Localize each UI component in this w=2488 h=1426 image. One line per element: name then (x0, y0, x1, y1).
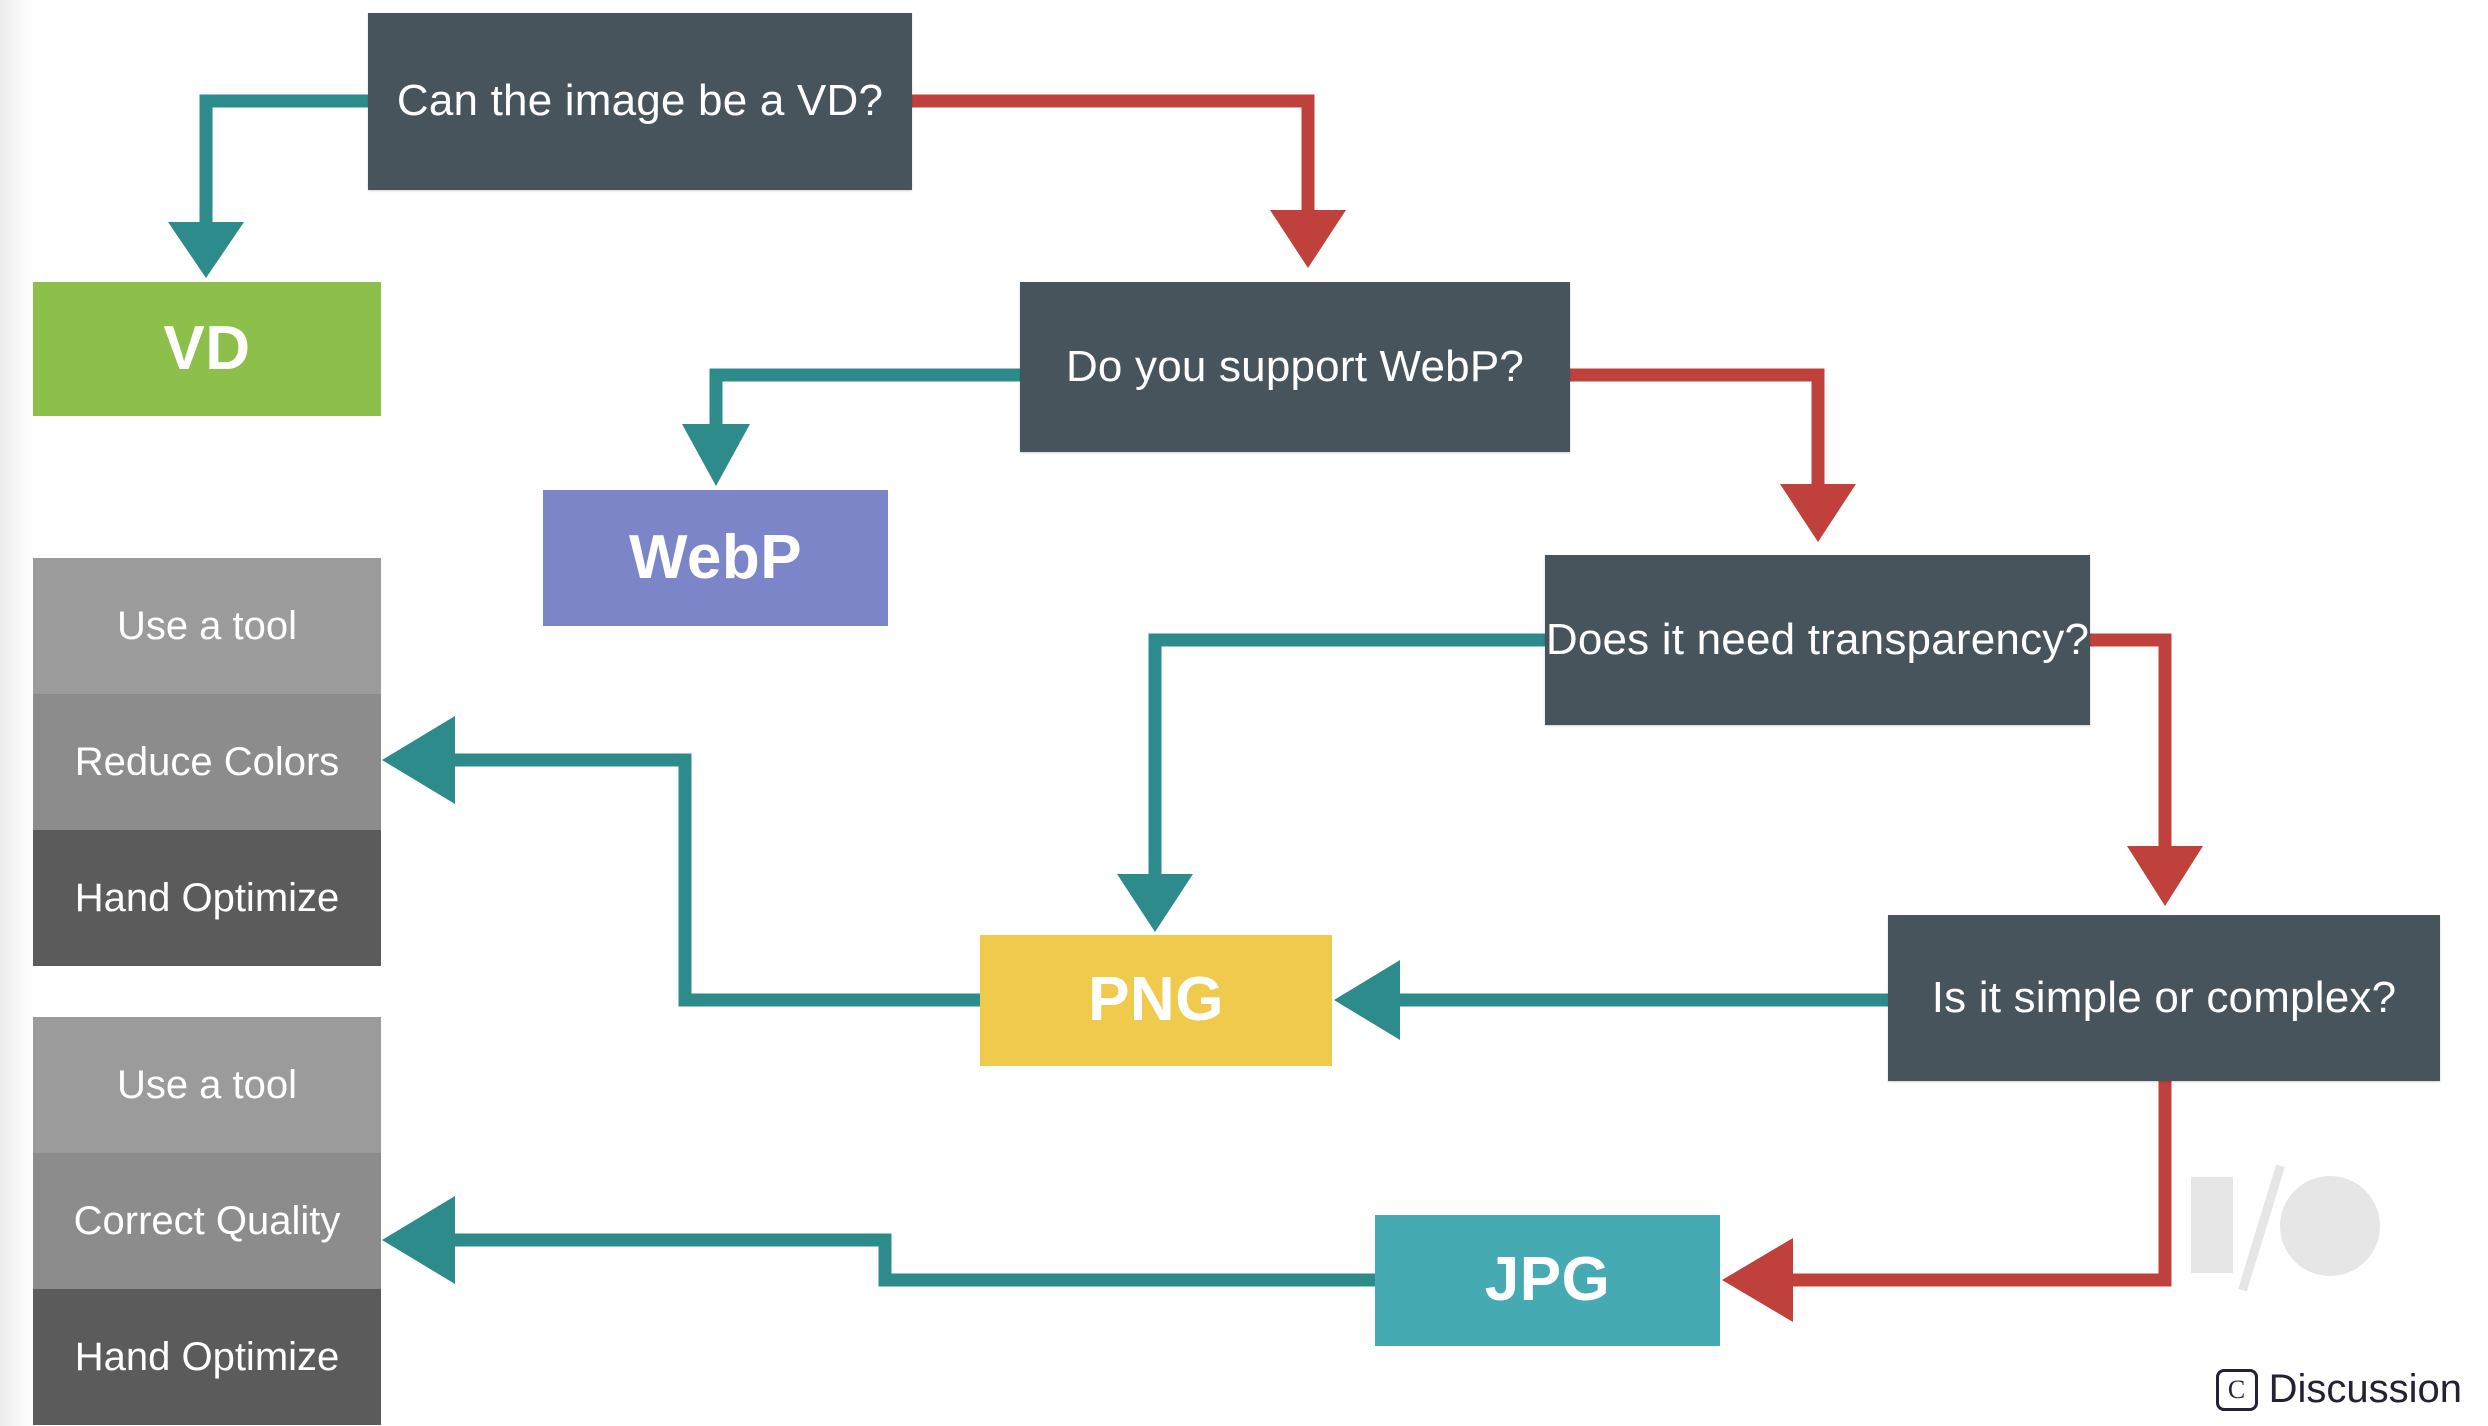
stack-row-correct-quality[interactable]: Correct Quality (33, 1153, 381, 1289)
google-io-logo-icon (2185, 1163, 2385, 1293)
io-circle-shape (2280, 1176, 2380, 1276)
stack-row-label: Hand Optimize (74, 875, 340, 920)
discussion-label: Discussion (2268, 1367, 2462, 1411)
closed-caption-icon: C (2215, 1368, 2258, 1411)
format-png[interactable]: PNG (980, 935, 1332, 1066)
format-vd[interactable]: VD (33, 282, 381, 416)
format-label: WebP (628, 522, 803, 592)
stack-row-hand-optimize[interactable]: Hand Optimize (33, 1289, 381, 1425)
edge-vd-yes (168, 94, 368, 278)
edge-webp-no (1570, 368, 1856, 542)
io-bar-shape (2191, 1177, 2233, 1273)
format-label: PNG (1088, 965, 1224, 1035)
decision-support-webp[interactable]: Do you support WebP? (1020, 282, 1570, 452)
format-label: VD (163, 313, 251, 383)
edge-png-to-optimize (382, 716, 980, 1007)
stack-jpg-optimize: Use a tool Correct Quality Hand Optimize (33, 1017, 381, 1425)
format-jpg[interactable]: JPG (1375, 1215, 1720, 1346)
stack-row-label: Reduce Colors (74, 739, 340, 784)
decision-can-image-be-vd[interactable]: Can the image be a VD? (368, 13, 912, 190)
edge-transparency-yes (1117, 633, 1545, 932)
stack-row-hand-optimize[interactable]: Hand Optimize (33, 830, 381, 966)
format-webp[interactable]: WebP (543, 490, 888, 626)
discussion-badge[interactable]: C Discussion (2215, 1367, 2462, 1412)
stack-row-label: Hand Optimize (74, 1334, 340, 1379)
edge-webp-yes (682, 368, 1020, 486)
stack-row-label: Use a tool (116, 603, 298, 648)
edge-transparency-no (2090, 633, 2203, 906)
decision-need-transparency[interactable]: Does it need transparency? (1545, 555, 2090, 725)
decision-label: Is it simple or complex? (1931, 972, 2397, 1022)
format-label: JPG (1484, 1245, 1611, 1315)
edge-complexity-complex (1722, 1080, 2172, 1322)
decision-label: Does it need transparency? (1545, 614, 2090, 664)
io-slash-shape (2238, 1164, 2285, 1292)
flowchart-canvas: Can the image be a VD? Do you support We… (0, 0, 2488, 1426)
edge-complexity-simple (1334, 960, 1888, 1040)
stack-row-use-a-tool[interactable]: Use a tool (33, 558, 381, 694)
edge-jpg-to-optimize (382, 1196, 1375, 1287)
stack-png-optimize: Use a tool Reduce Colors Hand Optimize (33, 558, 381, 966)
stack-row-label: Use a tool (116, 1062, 298, 1107)
stack-row-label: Correct Quality (73, 1198, 341, 1243)
decision-label: Can the image be a VD? (396, 76, 884, 126)
decision-simple-or-complex[interactable]: Is it simple or complex? (1888, 915, 2440, 1081)
edge-vd-no (912, 94, 1346, 268)
stack-row-use-a-tool[interactable]: Use a tool (33, 1017, 381, 1153)
decision-label: Do you support WebP? (1065, 341, 1525, 391)
stack-row-reduce-colors[interactable]: Reduce Colors (33, 694, 381, 830)
